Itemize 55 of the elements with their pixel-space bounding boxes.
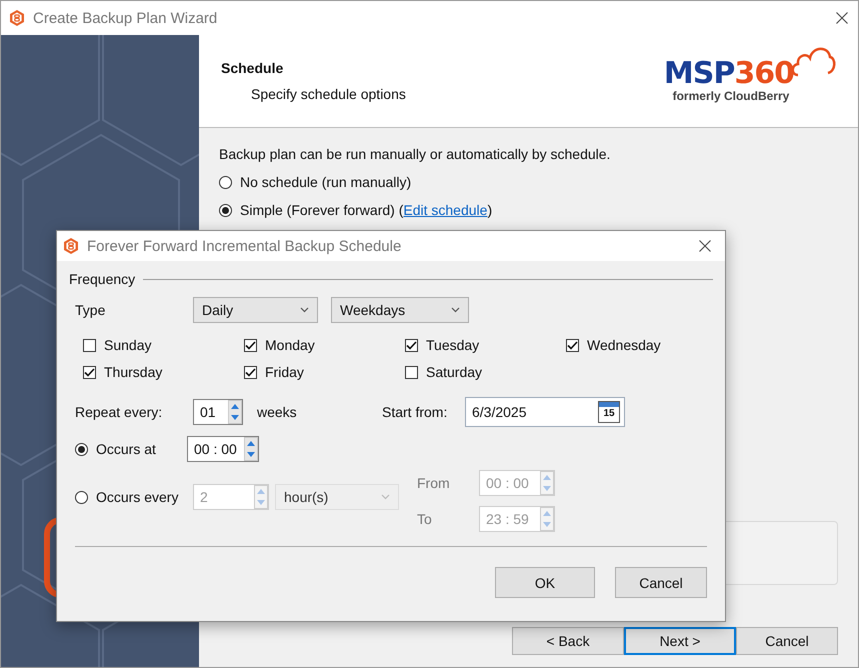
checkbox[interactable] [83,338,96,352]
caret-icon [451,307,460,313]
date-field[interactable]: 6/3/2025 15 [465,397,625,427]
radio-button[interactable] [75,442,88,456]
field-label: Repeat every: [75,404,164,420]
day-label[interactable]: Saturday [426,364,482,380]
close-icon[interactable] [699,240,711,252]
dialog-button[interactable]: Cancel [615,567,707,598]
close-icon[interactable] [836,12,848,24]
dialog-title: Forever Forward Incremental Backup Schedule [87,238,402,254]
app-icon [63,237,79,255]
repeat-spinner[interactable]: 01 [193,399,243,425]
type-dropdown[interactable]: Daily [193,297,318,323]
caret-icon [381,494,390,500]
checkbox[interactable] [244,338,257,352]
edit-schedule-link[interactable]: Edit schedule [403,202,488,218]
radio-label[interactable]: No schedule (run manually) [240,174,412,190]
window-title: Create Backup Plan Wizard [33,10,218,26]
day-label[interactable]: Sunday [104,337,152,353]
field-label: Start from: [382,404,448,420]
interval-dropdown[interactable]: Weekdays [331,297,469,323]
page-heading: Schedule [221,60,284,76]
checkbox[interactable] [83,366,96,378]
field-label: Type [75,302,106,318]
field-label: From [417,475,451,491]
radio-button[interactable] [219,204,232,216]
caret-icon [300,307,309,313]
day-label[interactable]: Monday [265,337,315,353]
day-label[interactable]: Tuesday [426,337,480,353]
spin-arrows[interactable] [244,437,258,461]
checkbox[interactable] [244,366,257,378]
time-spinner[interactable]: 00 : 00 [187,436,259,462]
radio-button[interactable] [219,176,232,188]
page-subheading: Specify schedule options [250,86,407,102]
calendar-icon[interactable]: 15 [598,401,620,423]
checkbox[interactable] [405,366,418,378]
unit-label: weeks [257,404,298,420]
logo-wordmark: MSP360 [664,59,795,89]
app-icon [9,9,25,27]
intro-text: Backup plan can be run manually or automatically by schedule. [219,146,612,162]
checkbox[interactable] [566,338,579,352]
wizard-button[interactable]: Next > [624,627,736,655]
spin-arrows[interactable] [228,400,242,424]
day-label[interactable]: Thursday [104,364,162,380]
radio-label[interactable]: Simple (Forever forward) (Edit schedule) [240,202,492,218]
day-label[interactable]: Wednesday [587,337,661,353]
radio-label[interactable]: Occurs at [96,441,156,457]
day-label[interactable]: Friday [265,364,304,380]
wizard-button[interactable]: < Back [512,627,624,655]
group-title: Frequency [69,271,136,287]
field-label: To [417,511,433,527]
dialog-button[interactable]: OK [495,567,595,598]
logo-tagline: formerly CloudBerry [672,89,790,103]
wizard-button[interactable]: Cancel [736,627,838,655]
checkbox[interactable] [405,338,418,352]
